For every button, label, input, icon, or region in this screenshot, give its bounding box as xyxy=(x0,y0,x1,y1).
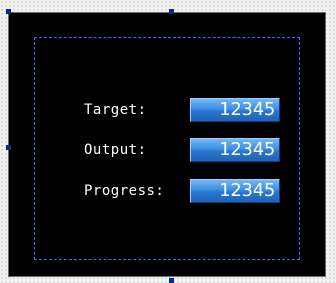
resize-handle-bottom-center[interactable] xyxy=(169,278,174,283)
output-value-display[interactable]: 12345 xyxy=(190,138,280,162)
output-label: Output: xyxy=(84,142,147,158)
output-row: Output: 12345 xyxy=(84,138,284,164)
resize-handle-top-center[interactable] xyxy=(169,9,174,14)
hmi-panel[interactable]: Target: 12345 Output: 12345 Progress: 12… xyxy=(8,12,326,277)
progress-row: Progress: 12345 xyxy=(84,179,284,205)
resize-handle-middle-left[interactable] xyxy=(6,145,11,150)
resize-handle-top-left[interactable] xyxy=(6,9,11,14)
target-value-display[interactable]: 12345 xyxy=(190,98,280,122)
target-label: Target: xyxy=(84,102,147,118)
progress-value-display[interactable]: 12345 xyxy=(190,179,280,203)
progress-label: Progress: xyxy=(84,183,165,199)
target-row: Target: 12345 xyxy=(84,98,284,124)
